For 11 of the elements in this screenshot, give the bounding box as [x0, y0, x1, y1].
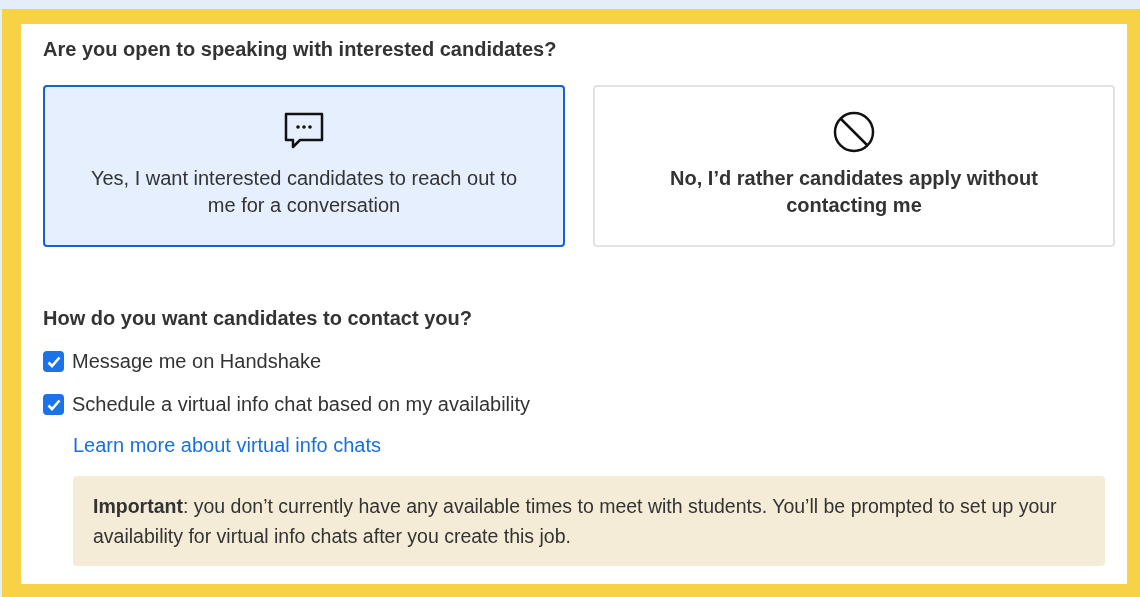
checkbox[interactable] — [43, 351, 64, 372]
prohibited-icon — [833, 111, 875, 153]
checkbox[interactable] — [43, 394, 64, 415]
checkbox-label: Schedule a virtual info chat based on my availability — [72, 393, 531, 416]
question-heading: Are you open to speaking with interested candidates? — [43, 38, 557, 61]
learn-more-link[interactable]: Learn more about virtual info chats — [73, 434, 381, 457]
contact-heading: How do you want candidates to contact you? — [43, 307, 472, 330]
option-card[interactable]: Yes, I want interested candidates to reach out to me for a conversation — [43, 85, 565, 247]
option-card[interactable]: No, I’d rather candidates apply without contacting me — [593, 85, 1115, 247]
important-notice: Important: you don’t currently have any available times to meet with students. You’ll be prompted to set up your availability for virtual info chats after you create this job. — [73, 476, 1105, 566]
checkbox-label: Message me on Handshake — [72, 350, 322, 373]
